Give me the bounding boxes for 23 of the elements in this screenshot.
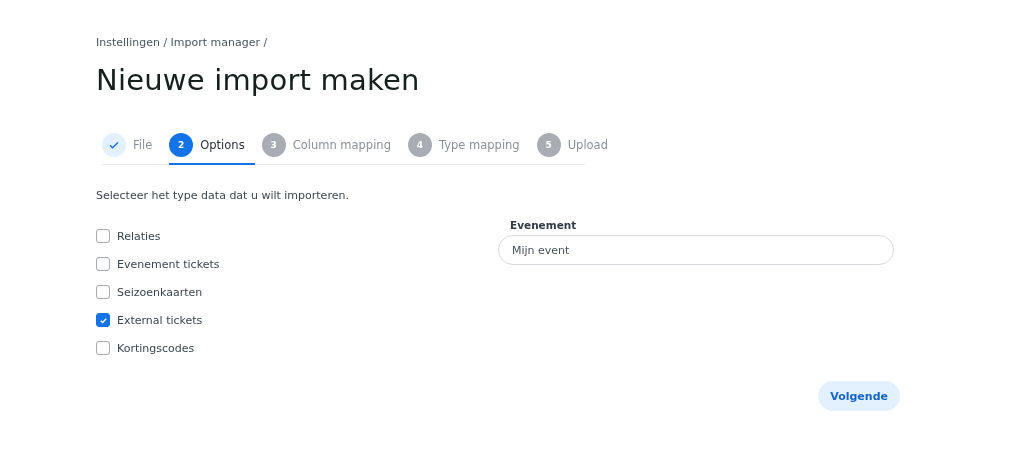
checkbox[interactable] [96, 313, 110, 327]
instruction-text: Selecteer het type data dat u wilt importeren. [96, 189, 350, 202]
checkbox-label[interactable]: External tickets [117, 313, 203, 327]
field-label: Evenement [510, 219, 578, 231]
checkbox-label[interactable]: Evenement tickets [117, 257, 220, 271]
check-icon [98, 315, 108, 325]
step-number: 5 [536, 133, 561, 157]
checkbox[interactable] [96, 341, 110, 355]
checkbox-label[interactable]: Relaties [117, 229, 161, 243]
checkbox-label[interactable]: Seizoenkaarten [117, 285, 203, 299]
step-tab[interactable]: 2 Options [169, 131, 255, 165]
event-field[interactable]: Mijn event [498, 235, 894, 265]
check-icon [102, 133, 126, 157]
step-number: 3 [261, 133, 286, 157]
checkbox[interactable] [96, 257, 110, 271]
checkbox[interactable] [96, 285, 110, 299]
checkbox-label[interactable]: Kortingscodes [117, 341, 195, 355]
breadcrumb: Instellingen / Import manager / [96, 36, 269, 49]
checkbox[interactable] [96, 229, 110, 243]
page-title: Nieuwe import maken [96, 63, 421, 97]
step-number: 2 [169, 133, 194, 157]
step-number: 4 [407, 133, 432, 157]
next-button[interactable]: Volgende [818, 381, 900, 411]
